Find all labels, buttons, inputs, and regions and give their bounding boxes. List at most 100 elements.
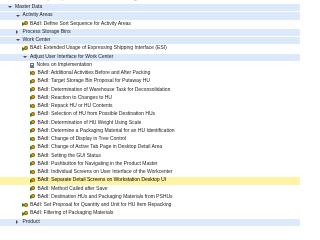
collapse-arrow-icon[interactable] xyxy=(15,37,21,44)
customizing-tree: Business Add-Ins (BAdIs) for Extended Wa… xyxy=(0,0,300,233)
tree-node-content: BAdI: Separate Detail Screens on Worksta… xyxy=(29,177,167,184)
tree-activity-node[interactable]: BAdI: Determine a Packaging Material for… xyxy=(0,128,300,135)
tree-node-label: BAdI: Target Storage Bin Proposal for Pu… xyxy=(37,78,150,85)
collapse-arrow-icon[interactable] xyxy=(7,4,13,11)
expand-arrow-icon[interactable] xyxy=(15,29,21,36)
tree-activity-node[interactable]: BAdI: Set Proposal for Quantity and Unit… xyxy=(0,202,300,209)
tree-activity-node[interactable]: BAdI: Destination HUs and Packaging Mate… xyxy=(0,194,300,201)
tree-activity-node[interactable]: BAdI: Define Sort Sequence for Activity … xyxy=(0,21,300,28)
tree-node-content: BAdI: Destination HUs and Packaging Mate… xyxy=(29,193,173,201)
execute-activity-icon[interactable] xyxy=(29,103,35,109)
tree-activity-node[interactable]: BAdI: Determination of HU Weight Using S… xyxy=(0,120,300,127)
tree-activity-node[interactable]: BAdI: Extended Usage of Expressing Shipp… xyxy=(0,45,300,52)
tree-node-label: BAdI: Determination of HU Weight Using S… xyxy=(37,119,142,126)
tree-activity-node[interactable]: BAdI: Target Storage Bin Proposal for Pu… xyxy=(0,78,300,85)
tree-node-label: BAdI: Determine a Packaging Material for… xyxy=(37,127,175,134)
tree-node-content: Work Center xyxy=(15,37,50,44)
tree-node-content: BAdI: Pushbutton for Navigating in the P… xyxy=(29,160,158,168)
execute-activity-icon[interactable] xyxy=(29,111,35,117)
execute-activity-icon[interactable] xyxy=(29,78,35,84)
execute-activity-icon[interactable] xyxy=(29,177,35,183)
tree-node-content: BAdI: Determine a Packaging Material for… xyxy=(29,127,175,135)
execute-activity-icon[interactable] xyxy=(22,202,28,208)
tree-node-content: Product xyxy=(15,219,40,226)
tree-document-node[interactable]: Notes on Implementation xyxy=(0,62,300,69)
execute-activity-icon[interactable] xyxy=(29,194,35,200)
tree-node-label: BAdI: Pushbutton for Navigating in the P… xyxy=(37,160,158,167)
tree-node-content: BAdI: Selection of HU from Possible Dest… xyxy=(29,111,156,118)
execute-activity-icon[interactable] xyxy=(29,161,35,167)
tree-node-label: BAdI: Repack HU or HU Contents xyxy=(37,103,113,110)
execute-activity-icon[interactable] xyxy=(29,169,35,175)
tree-node-label: BAdI: Define Sort Sequence for Activity … xyxy=(30,20,131,27)
tree-folder-node[interactable]: Process Storage Bins xyxy=(0,28,300,37)
execute-activity-icon[interactable] xyxy=(29,144,35,150)
collapse-arrow-icon[interactable] xyxy=(15,12,21,19)
tree-node-content: BAdI: Change of Active Tab Page in Deskt… xyxy=(29,144,162,151)
tree-node-label: BAdI: Individual Screens on User Interfa… xyxy=(37,169,173,176)
tree-node-content: BAdI: Additional Activities Before and A… xyxy=(29,70,150,77)
tree-activity-node[interactable]: BAdI: Method Called after Save xyxy=(0,186,300,193)
tree-activity-node[interactable]: BAdI: Determination of Warehouse Task fo… xyxy=(0,87,300,94)
tree-node-content: BAdI: Determination of Warehouse Task fo… xyxy=(29,86,171,94)
execute-activity-icon[interactable] xyxy=(29,128,35,134)
tree-node-label: Activity Areas xyxy=(22,12,53,19)
tree-activity-node[interactable]: BAdI: Pushbutton for Navigating in the P… xyxy=(0,161,300,168)
tree-node-content: BAdI: Set Proposal for Quantity and Unit… xyxy=(22,202,171,209)
tree-node-content: BAdI: Method Called after Save xyxy=(29,185,108,193)
tree-folder-node[interactable]: Work Center xyxy=(0,37,300,45)
execute-activity-icon[interactable] xyxy=(29,120,35,126)
tree-activity-node[interactable]: BAdI: Selection of HU from Possible Dest… xyxy=(0,111,300,118)
tree-node-content: BAdI: Change of Display in Tree Control xyxy=(29,136,127,143)
tree-folder-node[interactable]: Adjust User Interface for Work Center xyxy=(0,53,300,61)
document-icon[interactable] xyxy=(29,62,34,68)
tree-node-content: BAdI: Repack HU or HU Contents xyxy=(29,103,113,110)
tree-activity-node[interactable]: BAdI: Filtering of Packaging Materials xyxy=(0,210,300,217)
tree-folder-node[interactable]: Activity Areas xyxy=(0,12,300,20)
tree-folder-node[interactable]: Product xyxy=(0,218,300,226)
tree-node-content: BAdI: Extended Usage of Expressing Shipp… xyxy=(22,45,167,52)
tree-node-content: Business Add-Ins (BAdIs) for Extended Wa… xyxy=(7,0,151,3)
tree-folder-node[interactable]: Master Data xyxy=(0,4,300,12)
tree-node-label: BAdI: Method Called after Save xyxy=(37,185,108,192)
tree-node-label: BAdI: Separate Detail Screens on Worksta… xyxy=(37,177,167,184)
tree-node-content: BAdI: Filtering of Packaging Materials xyxy=(22,210,113,217)
expand-arrow-icon[interactable] xyxy=(15,219,21,226)
tree-node-label: BAdI: Change of Display in Tree Control xyxy=(37,136,127,143)
tree-node-content: BAdI: Target Storage Bin Proposal for Pu… xyxy=(29,78,150,85)
tree-activity-node[interactable]: BAdI: Repack HU or HU Contents xyxy=(0,103,300,110)
tree-node-content: Adjust User Interface for Work Center xyxy=(22,54,113,61)
execute-activity-icon[interactable] xyxy=(22,21,28,27)
execute-activity-icon[interactable] xyxy=(22,210,28,216)
tree-node-label: BAdI: Set Proposal for Quantity and Unit… xyxy=(30,202,172,209)
tree-node-label: Notes on Implementation xyxy=(36,61,93,68)
collapse-arrow-icon[interactable] xyxy=(22,54,28,61)
tree-activity-node[interactable]: Business Add-Ins (BAdIs) for Extended Wa… xyxy=(0,0,300,3)
tree-activity-node[interactable]: BAdI: Separate Detail Screens on Worksta… xyxy=(0,177,300,185)
execute-activity-icon[interactable] xyxy=(29,87,35,93)
execute-activity-icon[interactable] xyxy=(29,153,35,159)
tree-node-label: Master Data xyxy=(15,4,43,11)
execute-activity-icon[interactable] xyxy=(29,136,35,142)
tree-node-label: BAdI: Selection of HU from Possible Dest… xyxy=(37,111,156,118)
tree-node-label: BAdI: Destination HUs and Packaging Mate… xyxy=(37,193,173,200)
execute-activity-icon[interactable] xyxy=(29,186,35,192)
tree-node-content: BAdI: Setting the GUI Status xyxy=(29,152,101,160)
tree-activity-node[interactable]: BAdI: Setting the GUI Status xyxy=(0,153,300,160)
execute-activity-icon[interactable] xyxy=(29,70,35,76)
tree-node-label: Business Add-Ins (BAdIs) for Extended Wa… xyxy=(7,0,151,3)
execute-activity-icon[interactable] xyxy=(22,45,28,51)
tree-activity-node[interactable]: BAdI: Change of Active Tab Page in Deskt… xyxy=(0,144,300,151)
tree-activity-node[interactable]: BAdI: Reaction to Changes to HU xyxy=(0,95,300,102)
tree-activity-node[interactable]: BAdI: Additional Activities Before and A… xyxy=(0,70,300,77)
tree-node-content: BAdI: Reaction to Changes to HU xyxy=(29,95,112,102)
tree-node-content: Process Storage Bins xyxy=(15,29,71,36)
tree-node-label: BAdI: Setting the GUI Status xyxy=(37,152,101,159)
tree-activity-node[interactable]: BAdI: Individual Screens on User Interfa… xyxy=(0,169,300,176)
tree-node-label: BAdI: Determination of Warehouse Task fo… xyxy=(37,86,171,93)
tree-node-label: BAdI: Extended Usage of Expressing Shipp… xyxy=(30,45,167,52)
execute-activity-icon[interactable] xyxy=(29,95,35,101)
tree-activity-node[interactable]: BAdI: Change of Display in Tree Control xyxy=(0,136,300,143)
tree-node-content: Activity Areas xyxy=(15,12,53,19)
tree-node-content: BAdI: Individual Screens on User Interfa… xyxy=(29,169,173,176)
